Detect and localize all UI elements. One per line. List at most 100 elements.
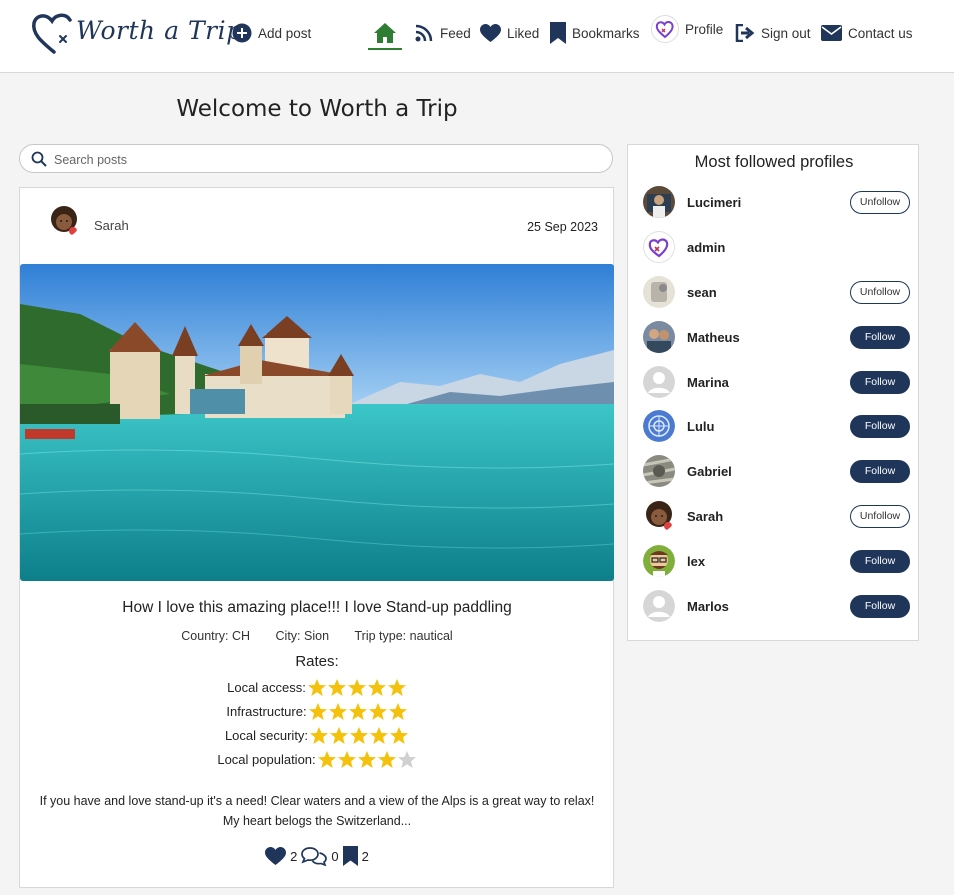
profile-avatar[interactable] (643, 590, 675, 622)
profile-name[interactable]: sean (687, 285, 717, 300)
profile-row: Lucimeri Unfollow (628, 185, 920, 219)
profile-avatar[interactable] (643, 500, 675, 532)
post-title[interactable]: How I love this amazing place!!! I love … (20, 599, 614, 617)
profile-avatar[interactable] (643, 276, 675, 308)
profile-row: admin (628, 230, 920, 264)
post-trip-type: Trip type: nautical (354, 629, 453, 643)
rss-feed-icon (415, 24, 433, 42)
nav-bookmarks[interactable]: Bookmarks (550, 18, 640, 48)
star-filled-icon (317, 751, 336, 768)
post-date: 25 Sep 2023 (527, 220, 598, 234)
follow-button[interactable]: Follow (850, 550, 910, 573)
comment-button[interactable]: 0 (301, 846, 339, 866)
star-filled-icon (328, 703, 347, 720)
author-avatar[interactable] (48, 205, 80, 237)
search-input[interactable] (52, 150, 596, 170)
unfollow-button[interactable]: Unfollow (850, 281, 910, 304)
profile-avatar[interactable] (643, 231, 675, 263)
profile-avatar[interactable] (643, 321, 675, 353)
profile-name[interactable]: Gabriel (687, 464, 732, 479)
plus-circle-icon (232, 23, 252, 43)
profile-row: sean Unfollow (628, 275, 920, 309)
like-button[interactable]: 2 (265, 846, 297, 866)
profile-row: Gabriel Follow (628, 454, 920, 488)
nav-feed[interactable]: Feed (414, 18, 471, 48)
follow-button[interactable]: Follow (850, 371, 910, 394)
logo[interactable]: Worth a Trip (30, 10, 242, 58)
rate-label: Infrastructure: (226, 704, 307, 719)
home-active-indicator (368, 48, 402, 50)
profile-name[interactable]: lex (687, 554, 705, 569)
nav-profile[interactable]: Profile (651, 14, 723, 44)
profile-name[interactable]: Sarah (687, 509, 723, 524)
default-user-icon (643, 366, 675, 398)
profile-avatar[interactable] (643, 455, 675, 487)
nav-contact-label: Contact us (848, 25, 913, 41)
post-meta: Country: CH City: Sion Trip type: nautic… (20, 629, 614, 643)
star-rating (317, 750, 417, 769)
profile-name[interactable]: Matheus (687, 330, 740, 345)
profile-name[interactable]: Lulu (687, 419, 714, 434)
profile-name[interactable]: Lucimeri (687, 195, 741, 210)
navbar: Worth a Trip Add post Feed Liked Bookmar… (0, 0, 954, 73)
profile-row: Matheus Follow (628, 320, 920, 354)
unfollow-button[interactable]: Unfollow (850, 191, 910, 214)
nav-sign-out[interactable]: Sign out (735, 18, 811, 48)
nav-add-post[interactable]: Add post (232, 18, 311, 48)
post-image (20, 264, 614, 581)
profile-avatar[interactable] (643, 366, 675, 398)
bookmark-count: 2 (361, 848, 369, 864)
profile-row: Marlos Follow (628, 589, 920, 623)
heart-logo-avatar-image (643, 231, 675, 263)
star-empty-icon (397, 751, 416, 768)
home-icon (374, 23, 396, 43)
profile-avatar-icon (651, 15, 679, 43)
unfollow-button[interactable]: Unfollow (850, 505, 910, 528)
post-body-line: If you have and love stand-up it's a nee… (39, 794, 595, 808)
heart-icon (480, 23, 501, 42)
star-filled-icon (388, 703, 407, 720)
nav-profile-label: Profile (685, 21, 724, 37)
nav-sign-out-label: Sign out (761, 25, 811, 41)
nav-feed-label: Feed (440, 25, 471, 41)
nav-liked[interactable]: Liked (480, 18, 539, 48)
profile-row: Sarah Unfollow (628, 499, 920, 533)
profile-avatar[interactable] (643, 186, 675, 218)
nav-home[interactable] (373, 18, 397, 48)
avatar-photo-image (643, 321, 675, 353)
profile-avatar[interactable] (643, 545, 675, 577)
nav-contact[interactable]: Contact us (821, 18, 913, 48)
profile-row: Lulu Follow (628, 409, 920, 443)
rate-label: Local security: (224, 728, 309, 743)
profile-name[interactable]: Marina (687, 375, 729, 390)
avatar-photo-image (643, 500, 675, 532)
profile-name[interactable]: Marlos (687, 599, 729, 614)
follow-button[interactable]: Follow (850, 595, 910, 618)
comment-count: 0 (331, 848, 339, 864)
rate-row: Local access: (20, 678, 614, 697)
profile-row: lex Follow (628, 544, 920, 578)
post-country: Country: CH (181, 629, 251, 643)
star-filled-icon (337, 751, 356, 768)
follow-button[interactable]: Follow (850, 415, 910, 438)
post-author[interactable]: Sarah (94, 218, 129, 233)
post-body-line: My heart belogs the Switzerland... (222, 814, 412, 828)
profile-name[interactable]: admin (687, 240, 725, 255)
rate-row: Local population: (20, 750, 614, 769)
bookmark-button[interactable]: 2 (342, 846, 369, 866)
profile-avatar[interactable] (643, 410, 675, 442)
star-rating (308, 702, 408, 721)
star-rating (309, 726, 409, 745)
star-filled-icon (330, 727, 349, 744)
heart-icon (265, 846, 287, 865)
rate-row: Infrastructure: (20, 702, 614, 721)
avatar-photo-image (643, 276, 675, 308)
follow-button[interactable]: Follow (850, 460, 910, 483)
avatar-photo-image (643, 455, 675, 487)
post-card: Sarah 25 Sep 2023 How I love this amazin… (19, 187, 614, 888)
star-filled-icon (390, 727, 409, 744)
follow-button[interactable]: Follow (850, 326, 910, 349)
star-rating (307, 678, 407, 697)
star-filled-icon (350, 727, 369, 744)
star-filled-icon (307, 679, 326, 696)
